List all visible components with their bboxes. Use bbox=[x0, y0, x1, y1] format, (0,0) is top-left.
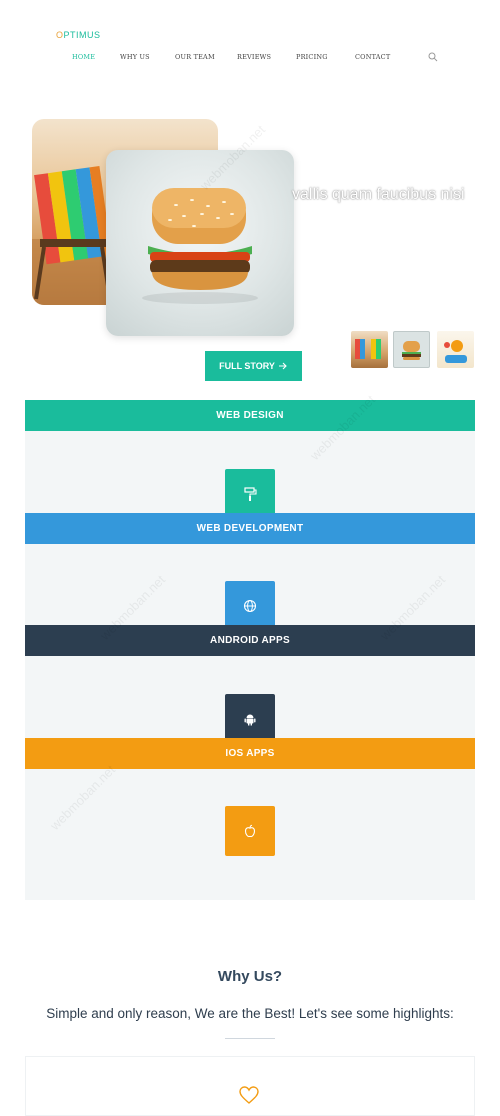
nav-why-us[interactable]: WHY US bbox=[120, 53, 150, 61]
service-android-apps-header[interactable]: ANDROID APPS bbox=[25, 625, 475, 656]
nav-our-team[interactable]: OUR TEAM bbox=[175, 53, 215, 61]
thumbnail-beach[interactable] bbox=[351, 331, 388, 368]
nav-pricing[interactable]: PRICING bbox=[296, 53, 328, 61]
service-web-design-header[interactable]: WEB DESIGN bbox=[25, 400, 475, 431]
paint-roller-icon bbox=[244, 487, 257, 501]
service-title: WEB DEVELOPMENT bbox=[196, 523, 304, 534]
hero-caption: vallis quam faucibus nisi bbox=[292, 186, 465, 203]
why-us-subtitle: Simple and only reason, We are the Best!… bbox=[46, 1006, 454, 1021]
nav-home[interactable]: HOME bbox=[72, 53, 95, 61]
service-web-development-header[interactable]: WEB DEVELOPMENT bbox=[25, 513, 475, 544]
service-title: IOS APPS bbox=[225, 748, 275, 759]
service-android-apps-tile[interactable] bbox=[225, 694, 275, 744]
main-nav: HOME WHY US OUR TEAM REVIEWS PRICING CON… bbox=[0, 53, 500, 67]
nav-contact[interactable]: CONTACT bbox=[355, 53, 390, 61]
service-ios-apps-header[interactable]: IOS APPS bbox=[25, 738, 475, 769]
why-us-divider bbox=[225, 1038, 275, 1039]
arrow-right-icon bbox=[278, 362, 287, 370]
service-title: WEB DESIGN bbox=[216, 410, 284, 421]
apple-icon bbox=[244, 824, 256, 838]
service-web-development-tile[interactable] bbox=[225, 581, 275, 631]
globe-icon bbox=[243, 599, 257, 613]
android-icon bbox=[244, 714, 256, 726]
why-us-title: Why Us? bbox=[217, 968, 283, 985]
full-story-button[interactable]: FULL STORY bbox=[205, 351, 302, 381]
thumbnail-cartoon[interactable] bbox=[437, 331, 474, 368]
thumbnail-burger[interactable] bbox=[393, 331, 430, 368]
logo[interactable]: OPTIMUS bbox=[56, 30, 101, 40]
heart-icon bbox=[239, 1086, 259, 1104]
burger-image bbox=[106, 150, 294, 336]
service-title: ANDROID APPS bbox=[210, 635, 290, 646]
search-icon[interactable] bbox=[428, 52, 438, 62]
full-story-label: FULL STORY bbox=[219, 361, 275, 371]
logo-text: PTIMUS bbox=[63, 30, 101, 40]
service-web-design-tile[interactable] bbox=[225, 469, 275, 519]
logo-letter-o: O bbox=[56, 30, 64, 40]
service-ios-apps-tile[interactable] bbox=[225, 806, 275, 856]
nav-reviews[interactable]: REVIEWS bbox=[237, 53, 271, 61]
